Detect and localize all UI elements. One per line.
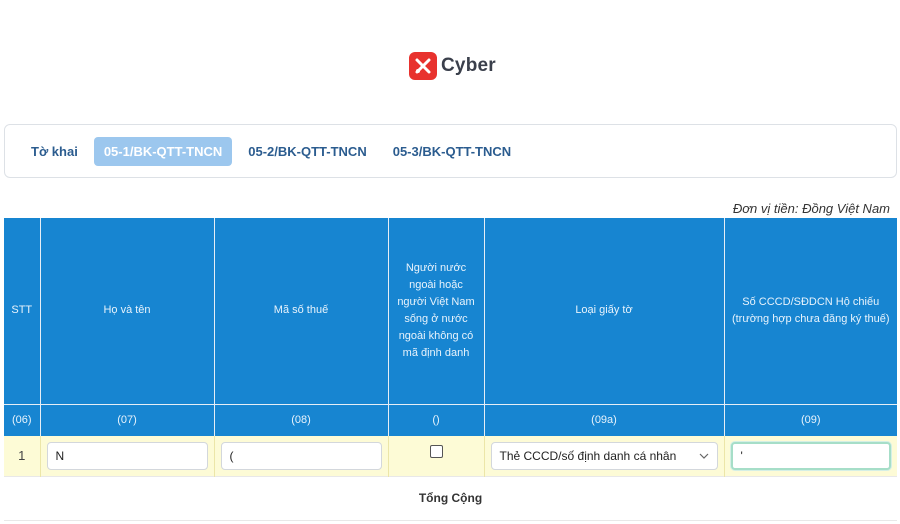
col-code-full-name: (07): [40, 403, 215, 436]
tax-code-input[interactable]: [220, 441, 382, 470]
form-tabs: Tờ khai 05-1/BK-QTT-TNCN 05-2/BK-QTT-TNC…: [4, 124, 897, 178]
brand-name: Cyber: [441, 55, 496, 76]
col-header-id-number: Số CCCD/SĐDCN Hộ chiếu (trường hợp chưa …: [724, 218, 897, 404]
table-row: 1 Thẻ CCCD/số định danh cá nhân: [4, 436, 897, 476]
cyber-logo-icon: [409, 52, 437, 80]
tab-05-3[interactable]: 05-3/BK-QTT-TNCN: [383, 137, 521, 166]
doc-type-select[interactable]: Thẻ CCCD/số định danh cá nhân: [490, 441, 718, 470]
col-code-id-number: (09): [724, 403, 897, 436]
tab-to-khai[interactable]: Tờ khai: [21, 137, 88, 166]
id-number-input[interactable]: [730, 441, 891, 470]
doc-type-selected: Thẻ CCCD/số định danh cá nhân: [499, 448, 677, 463]
currency-unit-note: Đơn vị tiền: Đồng Việt Nam: [732, 201, 890, 216]
col-code-doc-type: (09a): [484, 403, 725, 436]
col-code-stt: (06): [4, 403, 41, 436]
tab-05-1[interactable]: 05-1/BK-QTT-TNCN: [93, 136, 233, 166]
brand-logo: Cyber: [409, 52, 496, 80]
col-header-tax-code: Mã số thuế: [214, 218, 389, 404]
col-code-tax-code: (08): [214, 403, 389, 436]
total-row-label: Tổng Cộng: [4, 475, 897, 521]
row-stt: 1: [4, 436, 41, 476]
tab-05-2[interactable]: 05-2/BK-QTT-TNCN: [238, 137, 376, 166]
schedule-table: STT Họ và tên Mã số thuế Người nước ngoà…: [4, 218, 897, 521]
col-header-stt: STT: [4, 218, 41, 404]
foreigner-checkbox[interactable]: [429, 445, 443, 459]
col-header-foreigner: Người nước ngoài hoặc người Việt Nam sốn…: [388, 218, 485, 404]
col-header-doc-type: Loại giấy tờ: [484, 218, 725, 404]
chevron-down-icon: [699, 453, 708, 459]
col-header-full-name: Họ và tên: [40, 218, 215, 404]
full-name-input[interactable]: [46, 441, 208, 470]
col-code-foreigner: (): [388, 403, 485, 436]
